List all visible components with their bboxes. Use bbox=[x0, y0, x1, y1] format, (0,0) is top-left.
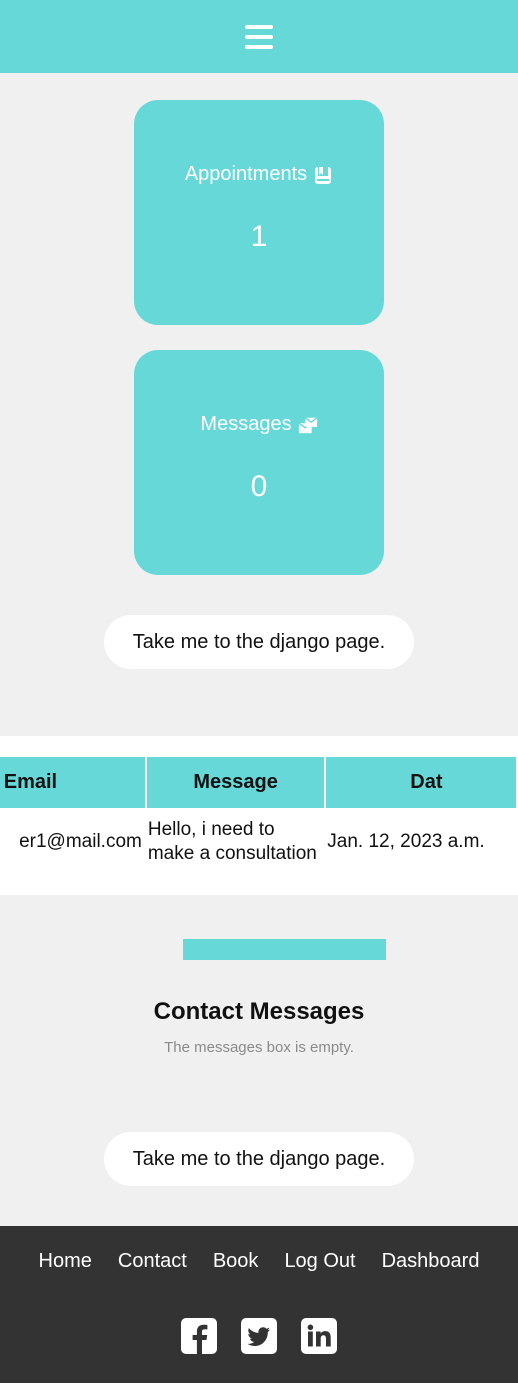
table-header-row: Email Message Dat bbox=[0, 757, 518, 808]
messages-card-title: Messages bbox=[200, 413, 318, 436]
footer-nav: Home Contact Book Log Out Dashboard bbox=[0, 1250, 518, 1273]
section-divider bbox=[183, 939, 386, 960]
hamburger-icon[interactable] bbox=[245, 24, 273, 49]
table-scroll-area[interactable]: Email Message Dat er1@mail.com Hello, i … bbox=[0, 757, 518, 875]
contact-messages-title: Contact Messages bbox=[153, 998, 365, 1025]
navbar bbox=[0, 0, 518, 73]
django-page-button-2[interactable]: Take me to the django page. bbox=[104, 1132, 414, 1186]
appointments-label: Appointments bbox=[184, 163, 308, 185]
cell-message: Hello, i need to make a consultation bbox=[147, 818, 317, 864]
messages-label: Messages bbox=[200, 413, 292, 435]
appointments-card: Appointments 1 bbox=[134, 100, 384, 325]
linkedin-icon[interactable] bbox=[301, 1318, 337, 1354]
footer-link-book[interactable]: Book bbox=[213, 1250, 259, 1273]
footer-link-dashboard[interactable]: Dashboard bbox=[382, 1250, 480, 1273]
appointments-count: 1 bbox=[250, 220, 268, 253]
cell-email: er1@mail.com bbox=[19, 830, 142, 852]
empty-messages-text: The messages box is empty. bbox=[164, 1039, 354, 1056]
facebook-icon[interactable] bbox=[181, 1318, 217, 1354]
column-header-date: Dat bbox=[325, 757, 518, 808]
cell-date: Jan. 12, 2023 a.m. bbox=[327, 830, 485, 852]
django-page-button[interactable]: Take me to the django page. bbox=[104, 615, 414, 669]
messages-count: 0 bbox=[250, 470, 268, 503]
table-row: er1@mail.com Hello, i need to make a con… bbox=[0, 808, 517, 875]
twitter-icon[interactable] bbox=[241, 1318, 277, 1354]
footer-link-logout[interactable]: Log Out bbox=[284, 1250, 355, 1273]
column-header-email: Email bbox=[0, 757, 147, 808]
appointments-card-title: Appointments bbox=[185, 163, 333, 186]
calendar-icon bbox=[315, 166, 332, 184]
column-header-message: Message bbox=[145, 757, 327, 808]
envelopes-icon bbox=[298, 416, 318, 433]
appointments-table-panel: Email Message Dat er1@mail.com Hello, i … bbox=[0, 736, 518, 895]
footer-link-contact[interactable]: Contact bbox=[118, 1250, 187, 1273]
messages-card: Messages 0 bbox=[134, 350, 384, 575]
footer-link-home[interactable]: Home bbox=[39, 1250, 92, 1273]
footer: Home Contact Book Log Out Dashboard bbox=[0, 1226, 518, 1383]
social-links bbox=[0, 1318, 518, 1354]
appointments-table: Email Message Dat er1@mail.com Hello, i … bbox=[0, 757, 518, 875]
